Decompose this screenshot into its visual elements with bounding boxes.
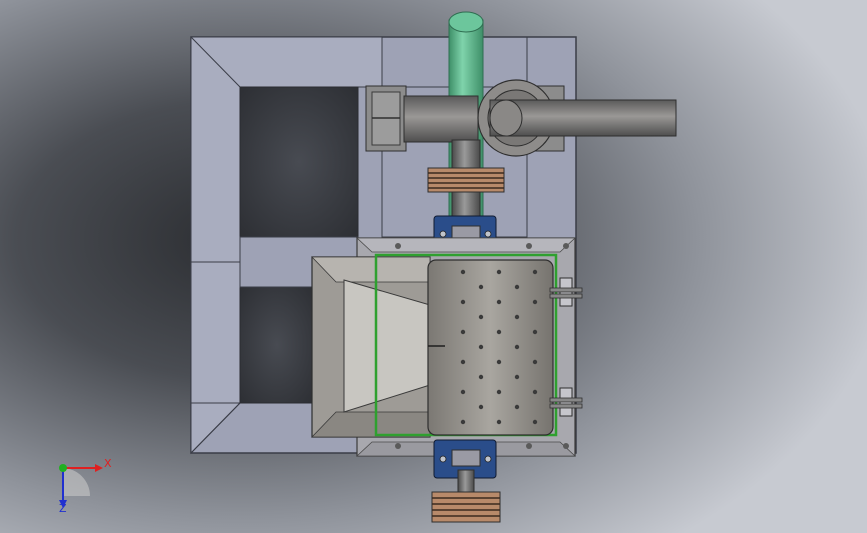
- rotor-hole: [460, 389, 466, 395]
- rotor-hole: [478, 374, 484, 380]
- rotor-hole: [532, 419, 538, 425]
- rotor-hole: [532, 359, 538, 365]
- rotor-hole: [514, 284, 520, 290]
- rotor-hole: [496, 389, 502, 395]
- rotor-hole: [460, 329, 466, 335]
- feed-hopper[interactable]: [311, 256, 431, 438]
- rotor-hole: [496, 419, 502, 425]
- upper-pulley[interactable]: [427, 167, 505, 193]
- rotor-hole: [478, 344, 484, 350]
- rotor-hole: [532, 299, 538, 305]
- cad-viewport[interactable]: X Z: [0, 0, 867, 533]
- rotor-drum[interactable]: [427, 259, 554, 436]
- lower-pulley[interactable]: [431, 491, 501, 523]
- rotor-hole: [478, 284, 484, 290]
- x-axis-label: X: [104, 457, 112, 470]
- rotor-hole: [496, 269, 502, 275]
- rotor-hole: [514, 404, 520, 410]
- rotor-hole: [496, 359, 502, 365]
- rotor-hole: [532, 269, 538, 275]
- rotor-hole: [478, 404, 484, 410]
- rotor-hole: [478, 314, 484, 320]
- rotor-hole: [496, 299, 502, 305]
- rotor-hole: [460, 299, 466, 305]
- rotor-hole: [460, 359, 466, 365]
- frame-opening-lower: [239, 286, 315, 404]
- rotor-hole: [532, 329, 538, 335]
- z-axis-label: Z: [59, 502, 67, 515]
- rotor-hole: [514, 344, 520, 350]
- frame-opening-upper: [239, 86, 359, 238]
- rotor-hole: [514, 374, 520, 380]
- rotor-hole: [460, 419, 466, 425]
- rotor-hole: [496, 329, 502, 335]
- rotor-hole: [532, 389, 538, 395]
- rotor-hole: [514, 314, 520, 320]
- rotor-hole: [460, 269, 466, 275]
